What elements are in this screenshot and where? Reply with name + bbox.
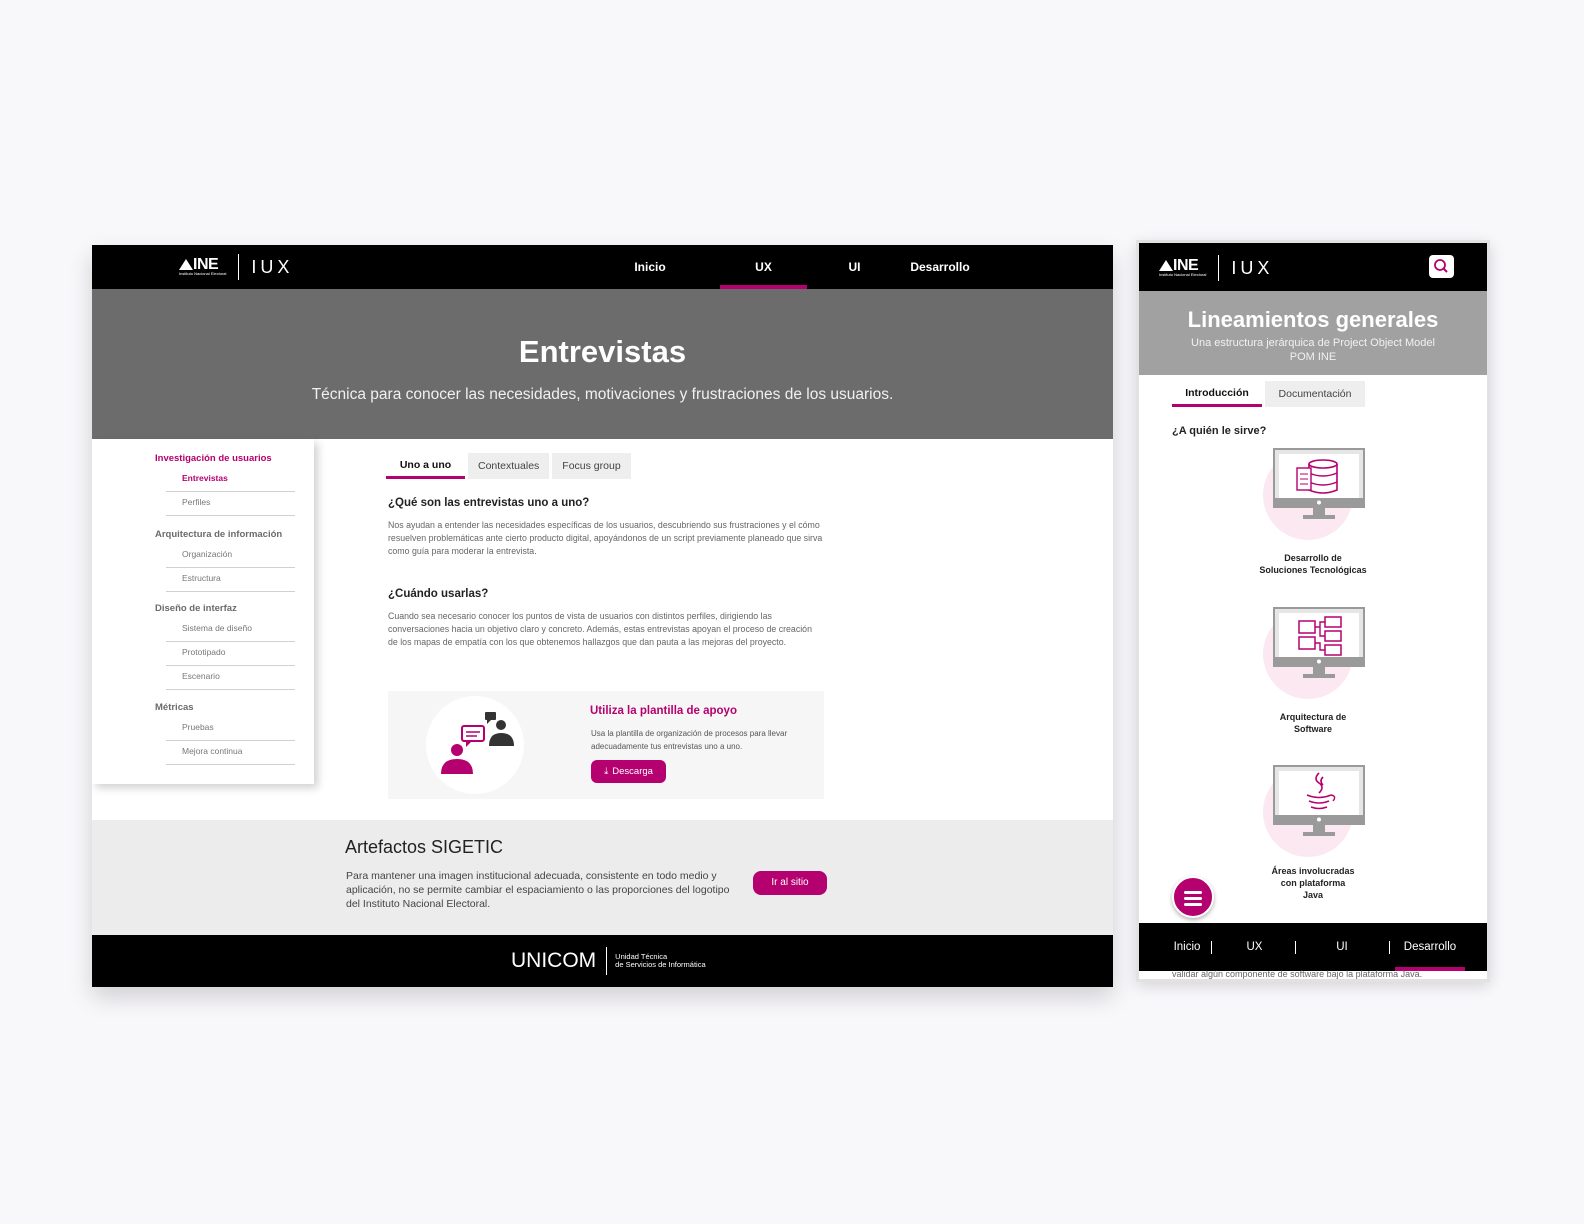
ir-al-sitio-button[interactable]: Ir al sitio	[753, 871, 827, 895]
desktop-mockup: INE Instituto Nacional Electoral IUX Inic…	[92, 245, 1113, 987]
sidebar-group-metricas: Métricas Pruebas Mejora continua	[155, 702, 295, 765]
card-label-line1: Desarrollo de	[1284, 553, 1342, 563]
menu-fab[interactable]	[1172, 876, 1214, 918]
card-label-line2: Soluciones Tecnológicas	[1259, 565, 1367, 575]
desktop-navbar: INE Instituto Nacional Electoral IUX Inic…	[92, 245, 1113, 289]
mobile-bottom-nav: Inicio UX UI Desarrollo	[1139, 923, 1487, 971]
hamburger-icon	[1184, 891, 1202, 894]
mobile-navbar: INE Instituto Nacional Electoral IUX	[1139, 243, 1487, 291]
unicom-brand: UNICOM	[511, 949, 597, 972]
sidebar-item-mejora-continua[interactable]: Mejora continua	[166, 741, 295, 765]
sidebar-heading[interactable]: Métricas	[155, 702, 295, 713]
mobile-nav-desarrollo[interactable]: Desarrollo	[1397, 923, 1463, 971]
desktop-footer: UNICOM Unidad Técnica de Servicios de In…	[92, 935, 1113, 987]
sidebar-item-estructura[interactable]: Estructura	[166, 568, 295, 592]
artefactos-text: Para mantener una imagen institucional a…	[346, 870, 730, 910]
logo-subtext: Instituto Nacional Electoral	[179, 270, 227, 276]
card-label-line2: Software	[1293, 724, 1332, 734]
sidebar-heading[interactable]: Diseño de interfaz	[155, 603, 295, 614]
sidebar-group-arquitectura: Arquitectura de información Organización…	[155, 529, 295, 592]
mobile-nav-inicio[interactable]: Inicio	[1167, 923, 1207, 971]
template-text: Usa la plantilla de organización de proc…	[591, 729, 788, 751]
main-content: ¿Qué son las entrevistas uno a uno? Nos …	[388, 455, 838, 649]
product-name: IUX	[251, 256, 294, 277]
unicom-logo: UNICOM Unidad Técnica de Servicios de In…	[511, 947, 706, 975]
download-button-label: Descarga	[612, 766, 653, 777]
nav-separator	[1389, 941, 1390, 954]
sidebar-heading[interactable]: Investigación de usuarios	[155, 453, 295, 464]
sidebar-item-prototipado[interactable]: Prototipado	[166, 642, 295, 666]
logo-divider	[1218, 255, 1220, 281]
sidebar-item-organizacion[interactable]: Organización	[166, 544, 295, 568]
mobile-nav-ux[interactable]: UX	[1237, 923, 1272, 971]
hero-banner: Entrevistas Técnica para conocer las nec…	[92, 289, 1113, 439]
cutoff-text: validar algún componente de software baj…	[1172, 969, 1423, 979]
download-button[interactable]: ⤓ Descarga	[591, 760, 666, 783]
nav-separator	[1295, 941, 1296, 954]
logo-text: INE	[193, 255, 219, 273]
search-button[interactable]	[1429, 255, 1454, 278]
logo-subtext: Instituto Nacional Electoral	[1159, 271, 1207, 277]
sidebar-heading[interactable]: Arquitectura de información	[155, 529, 295, 540]
sidebar-item-perfiles[interactable]: Perfiles	[166, 492, 295, 516]
card-label-line1: Arquitectura de	[1279, 712, 1347, 722]
product-name: IUX	[1231, 257, 1274, 278]
unicom-divider	[606, 947, 608, 975]
nav-ux[interactable]: UX	[720, 245, 807, 289]
nav-ui[interactable]: UI	[832, 245, 877, 289]
logo-divider	[238, 254, 240, 280]
section-text-que-son: Nos ayudan a entender las necesidades es…	[388, 520, 823, 556]
nav-separator	[1211, 941, 1212, 954]
section-heading-cuando: ¿Cuándo usarlas?	[388, 588, 489, 600]
mobile-page-title: Lineamientos generales	[1187, 307, 1439, 332]
page-subtitle: Técnica para conocer las necesidades, mo…	[311, 386, 894, 403]
ine-logo[interactable]: INE Instituto Nacional Electoral IUX	[179, 254, 293, 280]
logo-text: INE	[1173, 256, 1199, 274]
sidebar-group-diseno: Diseño de interfaz Sistema de diseño Pro…	[155, 603, 295, 690]
unicom-line2: de Servicios de Informática	[615, 960, 706, 969]
mobile-tabs: Introducción Documentación	[1172, 381, 1365, 407]
sidebar-group-investigacion: Investigación de usuarios Entrevistas Pe…	[155, 453, 295, 516]
sidebar: Investigación de usuarios Entrevistas Pe…	[92, 439, 314, 784]
sidebar-item-entrevistas[interactable]: Entrevistas	[166, 468, 295, 492]
sidebar-item-escenario[interactable]: Escenario	[166, 666, 295, 690]
nav-desarrollo[interactable]: Desarrollo	[900, 245, 980, 289]
template-card: Utiliza la plantilla de apoyo Usa la pla…	[388, 691, 824, 799]
ine-logo[interactable]: INE Instituto Nacional Electoral IUX	[1159, 255, 1273, 281]
mobile-nav-ui[interactable]: UI	[1327, 923, 1357, 971]
tab-documentacion[interactable]: Documentación	[1265, 381, 1365, 407]
sidebar-item-sistema-diseno[interactable]: Sistema de diseño	[166, 618, 295, 642]
mobile-mockup: INE Instituto Nacional Electoral IUX Line…	[1136, 240, 1490, 982]
section-text-cuando: Cuando sea necesario conocer los puntos …	[388, 611, 812, 647]
sidebar-item-pruebas[interactable]: Pruebas	[166, 717, 295, 741]
interview-illustration	[426, 696, 524, 794]
page-title: Entrevistas	[518, 334, 687, 369]
search-icon	[1434, 259, 1448, 273]
tab-introduccion[interactable]: Introducción	[1172, 381, 1262, 407]
java-monitor-icon	[1273, 765, 1365, 836]
database-monitor-icon	[1273, 448, 1365, 519]
architecture-monitor-icon	[1273, 607, 1365, 678]
mobile-page-subtitle-line2: POM INE	[1289, 351, 1337, 363]
mobile-hero: Lineamientos generales Una estructura je…	[1139, 291, 1487, 375]
interview-people-icon	[441, 712, 514, 774]
template-title: Utiliza la plantilla de apoyo	[590, 705, 737, 717]
mobile-section-heading: ¿A quién le sirve?	[1172, 425, 1267, 437]
artefactos-title: Artefactos SIGETIC	[345, 837, 504, 857]
artefactos-section: Artefactos SIGETIC Para mantener una ima…	[92, 820, 1113, 935]
download-icon: ⤓	[604, 766, 609, 777]
mobile-page-subtitle-line1: Una estructura jerárquica de Project Obj…	[1191, 337, 1435, 349]
section-heading-que-son: ¿Qué son las entrevistas uno a uno?	[388, 497, 590, 509]
nav-inicio[interactable]: Inicio	[620, 245, 680, 289]
